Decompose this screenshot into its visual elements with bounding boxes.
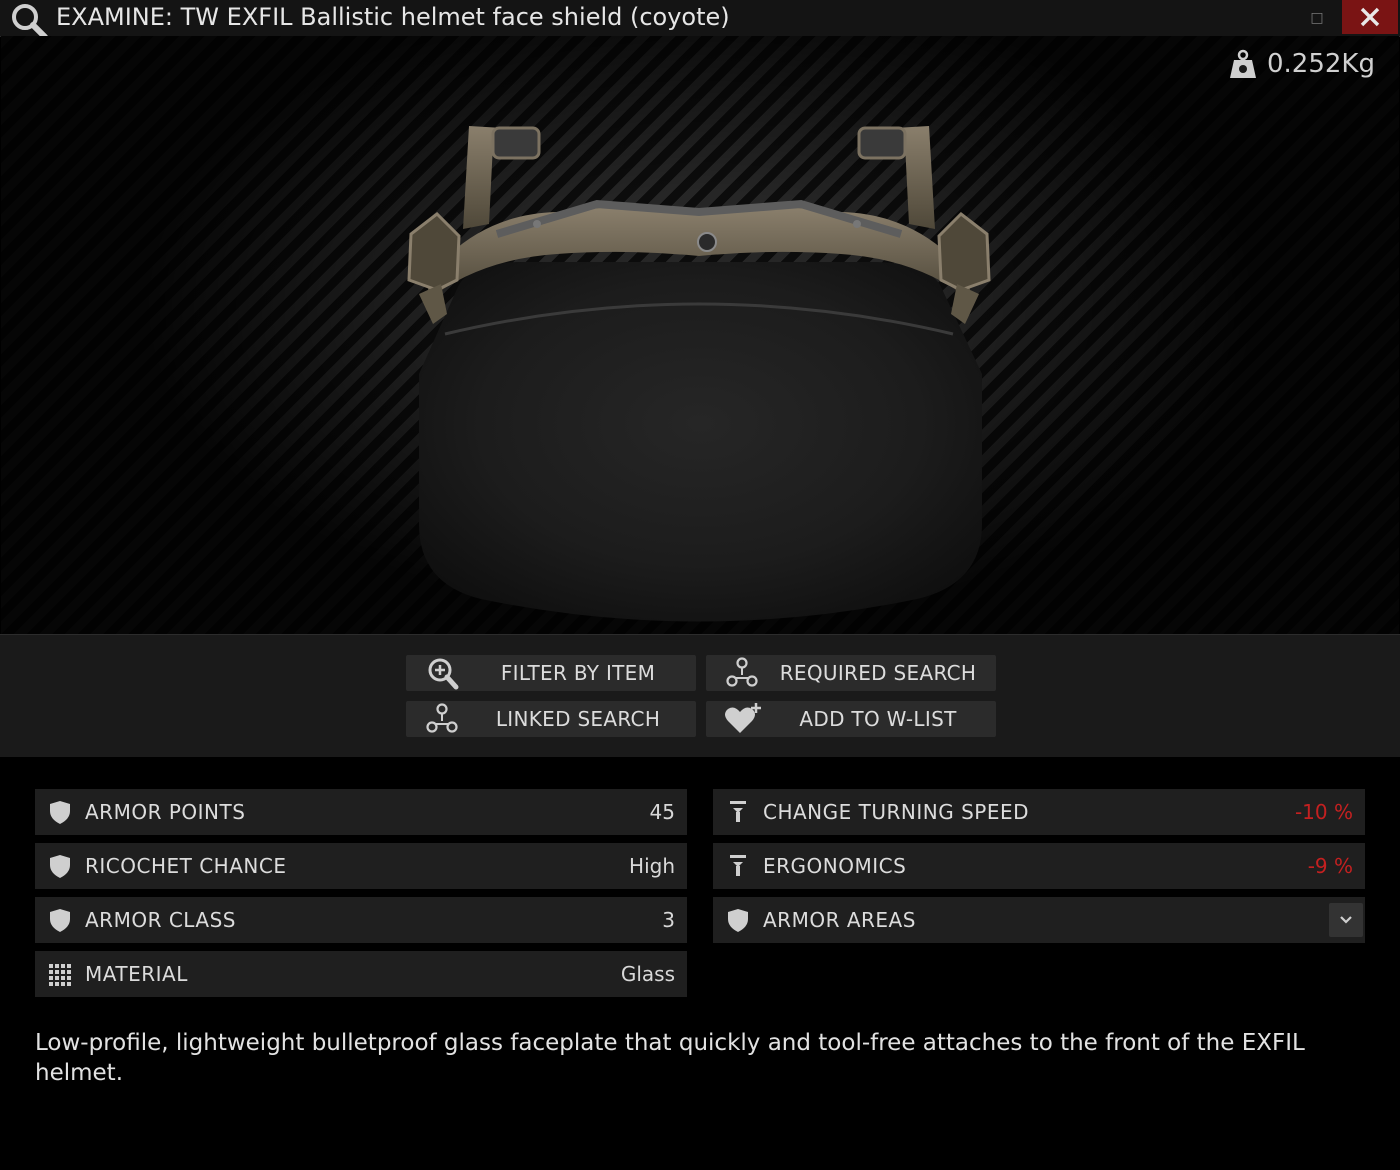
face-shield-image bbox=[407, 126, 991, 622]
hub-nodes-icon bbox=[726, 657, 758, 687]
stat-armor-class: ARMOR CLASS 3 bbox=[35, 897, 687, 943]
stat-ergonomics: ERGONOMICS -9 % bbox=[713, 843, 1365, 889]
required-search-label: REQUIRED SEARCH bbox=[779, 661, 977, 685]
linked-search-label: LINKED SEARCH bbox=[495, 707, 661, 731]
close-icon bbox=[1360, 7, 1380, 27]
stat-label: ERGONOMICS bbox=[763, 854, 907, 878]
grid-dots-icon bbox=[49, 964, 71, 986]
close-button[interactable] bbox=[1342, 0, 1398, 34]
stat-value: 3 bbox=[662, 908, 675, 932]
weight-value: 0.252Kg bbox=[1267, 49, 1375, 79]
stat-ricochet-chance: RICOCHET CHANCE High bbox=[35, 843, 687, 889]
title-bar[interactable]: EXAMINE: TW EXFIL Ballistic helmet face … bbox=[0, 0, 1400, 40]
stat-value: High bbox=[629, 854, 675, 878]
stat-label: RICOCHET CHANCE bbox=[85, 854, 287, 878]
stat-label: MATERIAL bbox=[85, 962, 188, 986]
add-to-wishlist-button[interactable]: ADD TO W-LIST bbox=[706, 701, 996, 737]
add-to-wishlist-label: ADD TO W-LIST bbox=[799, 707, 957, 731]
heart-plus-icon bbox=[725, 703, 761, 733]
arrow-down-icon bbox=[730, 855, 746, 876]
stat-label: ARMOR AREAS bbox=[763, 908, 916, 932]
weight-indicator: 0.252Kg bbox=[1229, 48, 1375, 80]
shield-icon bbox=[50, 909, 70, 932]
stat-label: ARMOR CLASS bbox=[85, 908, 236, 932]
shield-icon bbox=[50, 855, 70, 878]
required-search-button[interactable]: REQUIRED SEARCH bbox=[706, 655, 996, 691]
filter-by-item-button[interactable]: FILTER BY ITEM bbox=[406, 655, 696, 691]
filter-by-item-label: FILTER BY ITEM bbox=[500, 661, 656, 685]
armor-areas-dropdown-button[interactable] bbox=[1329, 903, 1363, 937]
stat-change-turning-speed: CHANGE TURNING SPEED -10 % bbox=[713, 789, 1365, 835]
minimize-button[interactable]: □ bbox=[1306, 8, 1328, 28]
stat-value: -9 % bbox=[1307, 854, 1353, 878]
linked-search-button[interactable]: LINKED SEARCH bbox=[406, 701, 696, 737]
window-title: EXAMINE: TW EXFIL Ballistic helmet face … bbox=[56, 3, 730, 31]
stat-value: 45 bbox=[649, 800, 675, 824]
item-description: Low-profile, lightweight bulletproof gla… bbox=[35, 1030, 1305, 1086]
item-viewport[interactable]: 0.252Kg bbox=[1, 36, 1399, 634]
stat-armor-areas[interactable]: ARMOR AREAS bbox=[713, 897, 1365, 943]
magnifier-plus-icon bbox=[428, 658, 459, 690]
stat-material: MATERIAL Glass bbox=[35, 951, 687, 997]
weight-icon bbox=[1230, 49, 1256, 78]
hub-nodes-icon bbox=[426, 703, 458, 733]
chevron-down-icon bbox=[1340, 916, 1352, 924]
stat-armor-points: ARMOR POINTS 45 bbox=[35, 789, 687, 835]
arrow-down-icon bbox=[730, 801, 746, 822]
action-bar: FILTER BY ITEM REQUIRED SEARCH LINKED SE… bbox=[0, 634, 1400, 757]
shield-icon bbox=[50, 801, 70, 824]
stat-value: -10 % bbox=[1294, 800, 1353, 824]
stat-value: Glass bbox=[620, 962, 675, 986]
shield-icon bbox=[728, 909, 748, 932]
stat-label: CHANGE TURNING SPEED bbox=[763, 800, 1029, 824]
stat-label: ARMOR POINTS bbox=[85, 800, 246, 824]
